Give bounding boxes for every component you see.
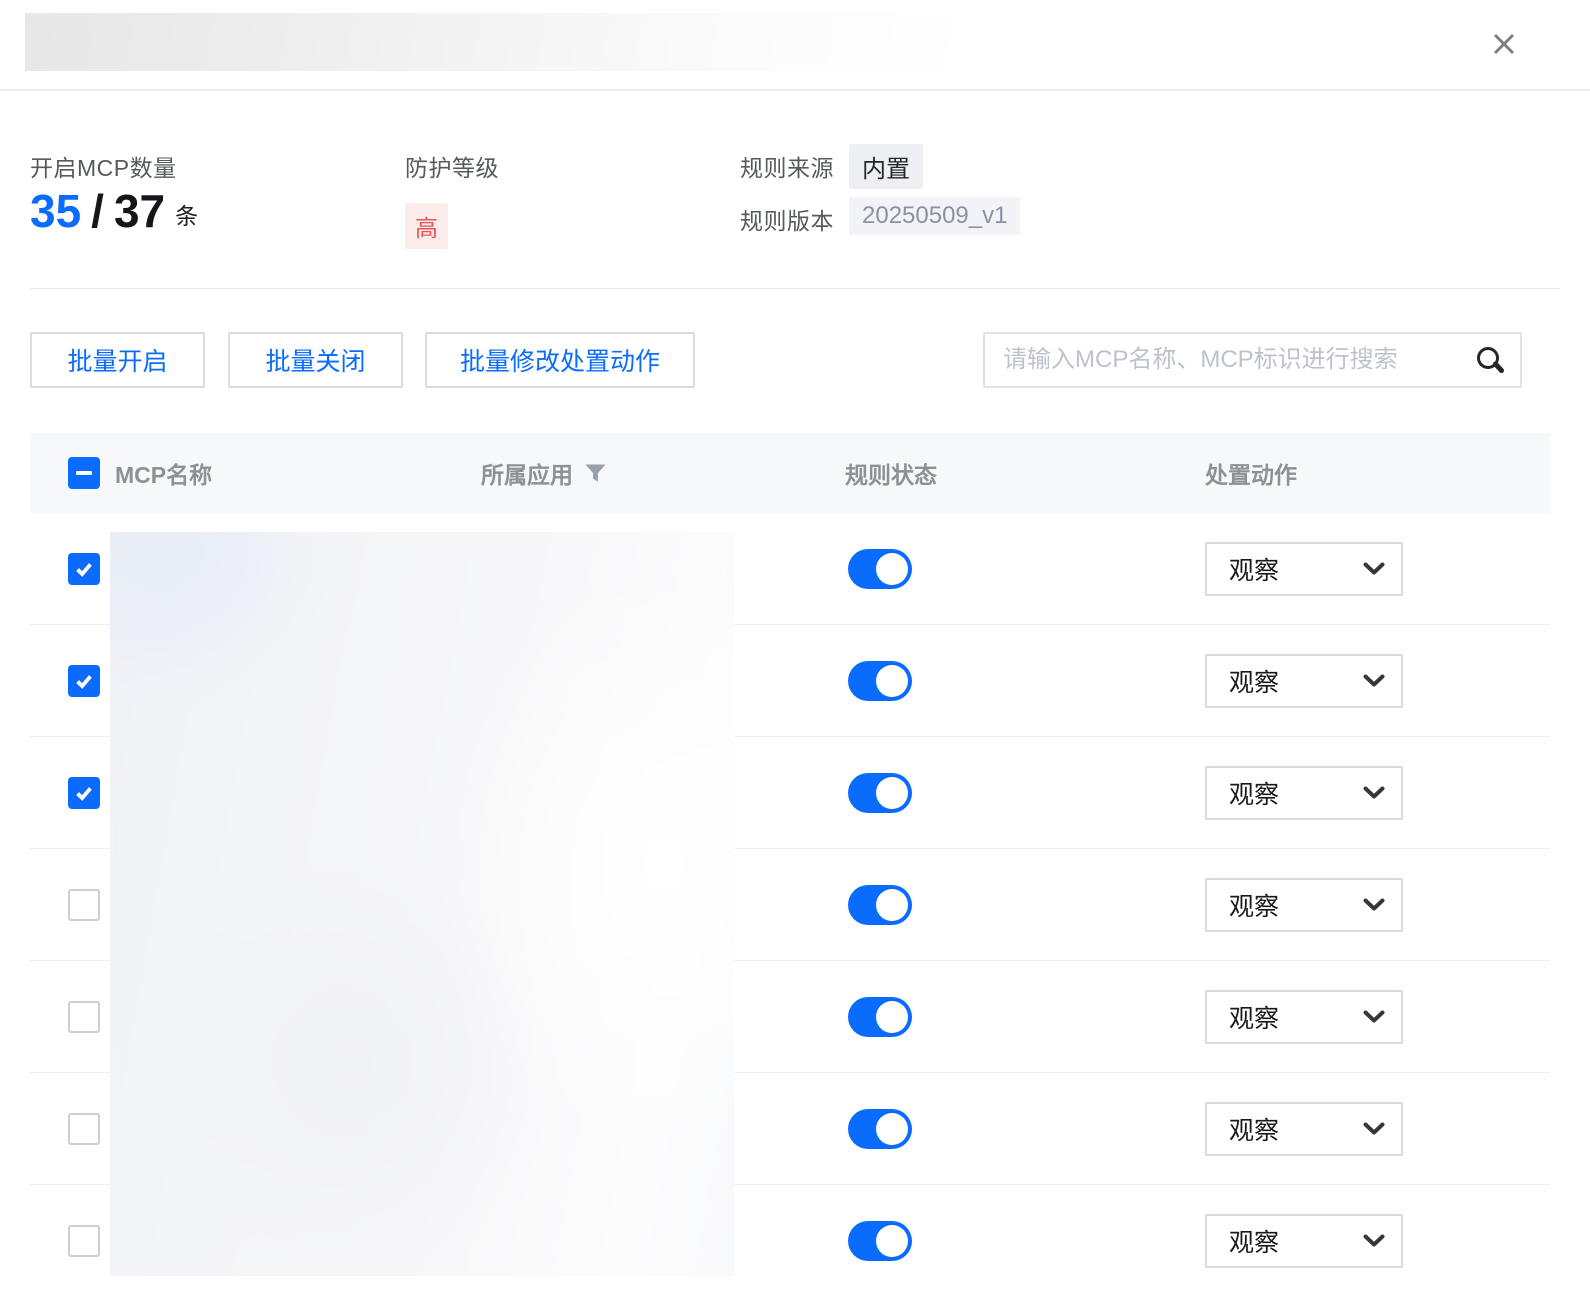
batch-disable-button[interactable]: 批量关闭 — [228, 332, 403, 388]
redacted-content — [110, 532, 735, 1276]
action-select-value: 观察 — [1229, 999, 1279, 1035]
chevron-down-icon — [1363, 1010, 1385, 1023]
check-icon — [73, 670, 95, 692]
batch-enable-button[interactable]: 批量开启 — [30, 332, 205, 388]
row-checkbox[interactable] — [68, 777, 100, 809]
enabled-unit: 条 — [175, 197, 198, 234]
enabled-separator: / — [91, 188, 104, 234]
column-header-app-label: 所属应用 — [481, 456, 573, 490]
action-select-value: 观察 — [1229, 775, 1279, 811]
minus-icon — [76, 471, 92, 475]
search-input[interactable] — [985, 346, 1474, 374]
rule-version-label: 规则版本 — [740, 202, 834, 236]
search-icon[interactable] — [1474, 344, 1506, 376]
check-icon — [73, 558, 95, 580]
row-checkbox[interactable] — [68, 553, 100, 585]
chevron-down-icon — [1363, 1122, 1385, 1135]
table-header: MCP名称 所属应用 规则状态 处置动作 — [30, 433, 1550, 513]
enabled-count-value: 35 / 37 条 — [30, 188, 198, 234]
close-icon — [1488, 28, 1520, 60]
rule-status-toggle[interactable] — [848, 997, 912, 1037]
row-checkbox[interactable] — [68, 1225, 100, 1257]
action-select-value: 观察 — [1229, 663, 1279, 699]
action-select[interactable]: 观察 — [1205, 654, 1403, 708]
enabled-total: 37 — [114, 188, 165, 234]
action-select[interactable]: 观察 — [1205, 766, 1403, 820]
action-select[interactable]: 观察 — [1205, 542, 1403, 596]
action-select-value: 观察 — [1229, 1223, 1279, 1259]
protection-level-label: 防护等级 — [405, 149, 499, 183]
close-button[interactable] — [1478, 18, 1530, 70]
rule-status-toggle[interactable] — [848, 885, 912, 925]
action-select-value: 观察 — [1229, 1111, 1279, 1147]
column-header-action: 处置动作 — [1205, 456, 1297, 490]
chevron-down-icon — [1363, 674, 1385, 687]
check-icon — [73, 782, 95, 804]
rule-status-toggle[interactable] — [848, 549, 912, 589]
action-select[interactable]: 观察 — [1205, 990, 1403, 1044]
mcp-rules-dialog: 开启MCP数量 35 / 37 条 防护等级 高 规则来源 内置 规则版本 20… — [0, 0, 1590, 1296]
batch-modify-action-button[interactable]: 批量修改处置动作 — [425, 332, 695, 388]
protection-level-badge: 高 — [405, 203, 448, 249]
action-select[interactable]: 观察 — [1205, 1102, 1403, 1156]
column-header-app: 所属应用 — [481, 456, 606, 490]
chevron-down-icon — [1363, 562, 1385, 575]
rule-status-toggle[interactable] — [848, 1109, 912, 1149]
rule-status-toggle[interactable] — [848, 661, 912, 701]
search-box — [983, 332, 1522, 388]
dialog-title-redacted — [25, 13, 1075, 71]
filter-icon[interactable] — [585, 464, 606, 483]
row-checkbox[interactable] — [68, 889, 100, 921]
action-select[interactable]: 观察 — [1205, 878, 1403, 932]
action-select-value: 观察 — [1229, 887, 1279, 923]
column-header-status: 规则状态 — [845, 456, 937, 490]
column-header-mcp-name: MCP名称 — [115, 456, 212, 490]
enabled-count-label: 开启MCP数量 — [30, 149, 177, 183]
rule-version-badge: 20250509_v1 — [849, 197, 1020, 235]
chevron-down-icon — [1363, 1234, 1385, 1247]
header-divider — [0, 89, 1590, 91]
enabled-current: 35 — [30, 188, 81, 234]
select-all-checkbox[interactable] — [68, 457, 100, 489]
rule-source-label: 规则来源 — [740, 149, 834, 183]
row-checkbox[interactable] — [68, 1113, 100, 1145]
row-checkbox[interactable] — [68, 665, 100, 697]
chevron-down-icon — [1363, 898, 1385, 911]
action-select[interactable]: 观察 — [1205, 1214, 1403, 1268]
chevron-down-icon — [1363, 786, 1385, 799]
rule-status-toggle[interactable] — [848, 773, 912, 813]
row-checkbox[interactable] — [68, 1001, 100, 1033]
stats-divider — [30, 288, 1560, 289]
rule-source-badge: 内置 — [849, 144, 923, 189]
action-select-value: 观察 — [1229, 551, 1279, 587]
rule-status-toggle[interactable] — [848, 1221, 912, 1261]
